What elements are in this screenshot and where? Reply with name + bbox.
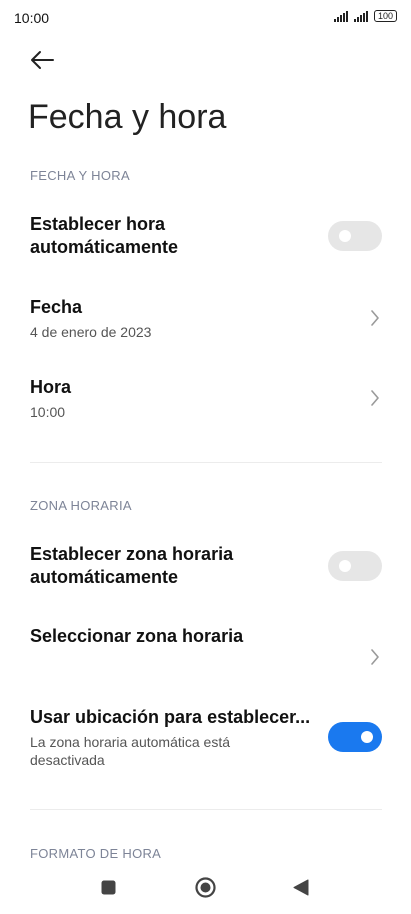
nav-back-button[interactable] [293, 879, 309, 901]
section-header-time-zone: ZONA HORARIA [30, 498, 132, 513]
use-location-subtitle-line2: desactivada [30, 751, 105, 768]
select-zone-title: Seleccionar zona horaria [30, 626, 244, 646]
signal-icon [333, 10, 348, 22]
status-bar: 10:00 100 [0, 0, 411, 36]
use-location-toggle[interactable] [328, 722, 382, 752]
select-zone-row[interactable]: Seleccionar zona horaria [30, 625, 382, 669]
auto-zone-title-line2: automáticamente [30, 567, 179, 587]
use-location-title: Usar ubicación para establecer... [30, 706, 311, 727]
auto-time-toggle[interactable] [328, 221, 382, 251]
battery-icon: 100 [373, 10, 397, 22]
recents-button[interactable] [101, 880, 116, 900]
square-icon [101, 880, 116, 895]
divider [30, 809, 382, 810]
home-button[interactable] [195, 877, 216, 903]
use-location-row[interactable]: Usar ubicación para establecer... La zon… [30, 706, 382, 768]
triangle-left-icon [293, 879, 309, 896]
date-row[interactable]: Fecha 4 de enero de 2023 [30, 296, 382, 340]
date-value: 4 de enero de 2023 [30, 323, 152, 340]
status-time: 10:00 [14, 10, 50, 26]
chevron-right-icon [368, 388, 382, 408]
section-header-date-time: FECHA Y HORA [30, 168, 130, 183]
time-value: 10:00 [30, 403, 66, 420]
time-title: Hora [30, 376, 72, 397]
section-header-time-format: FORMATO DE HORA [30, 846, 162, 861]
chevron-right-icon [368, 647, 382, 667]
signal-icon [353, 10, 368, 22]
auto-time-title-line2: automáticamente [30, 237, 179, 257]
page-title: Fecha y hora [28, 98, 227, 136]
chevron-right-icon [368, 308, 382, 328]
divider [30, 462, 382, 463]
status-icons: 100 [333, 10, 397, 22]
system-navigation-bar [0, 866, 411, 910]
auto-zone-title-line1: Establecer zona horaria [30, 544, 234, 564]
circle-icon [195, 877, 216, 898]
auto-time-row[interactable]: Establecer hora automáticamente [30, 210, 382, 262]
time-row[interactable]: Hora 10:00 [30, 376, 382, 420]
auto-zone-toggle[interactable] [328, 551, 382, 581]
arrow-left-icon [31, 51, 54, 69]
date-title: Fecha [30, 296, 83, 317]
back-button[interactable] [28, 46, 56, 74]
auto-zone-row[interactable]: Establecer zona horaria automáticamente [30, 540, 382, 592]
auto-time-title-line1: Establecer hora [30, 214, 166, 234]
use-location-subtitle-line1: La zona horaria automática está [30, 733, 231, 750]
